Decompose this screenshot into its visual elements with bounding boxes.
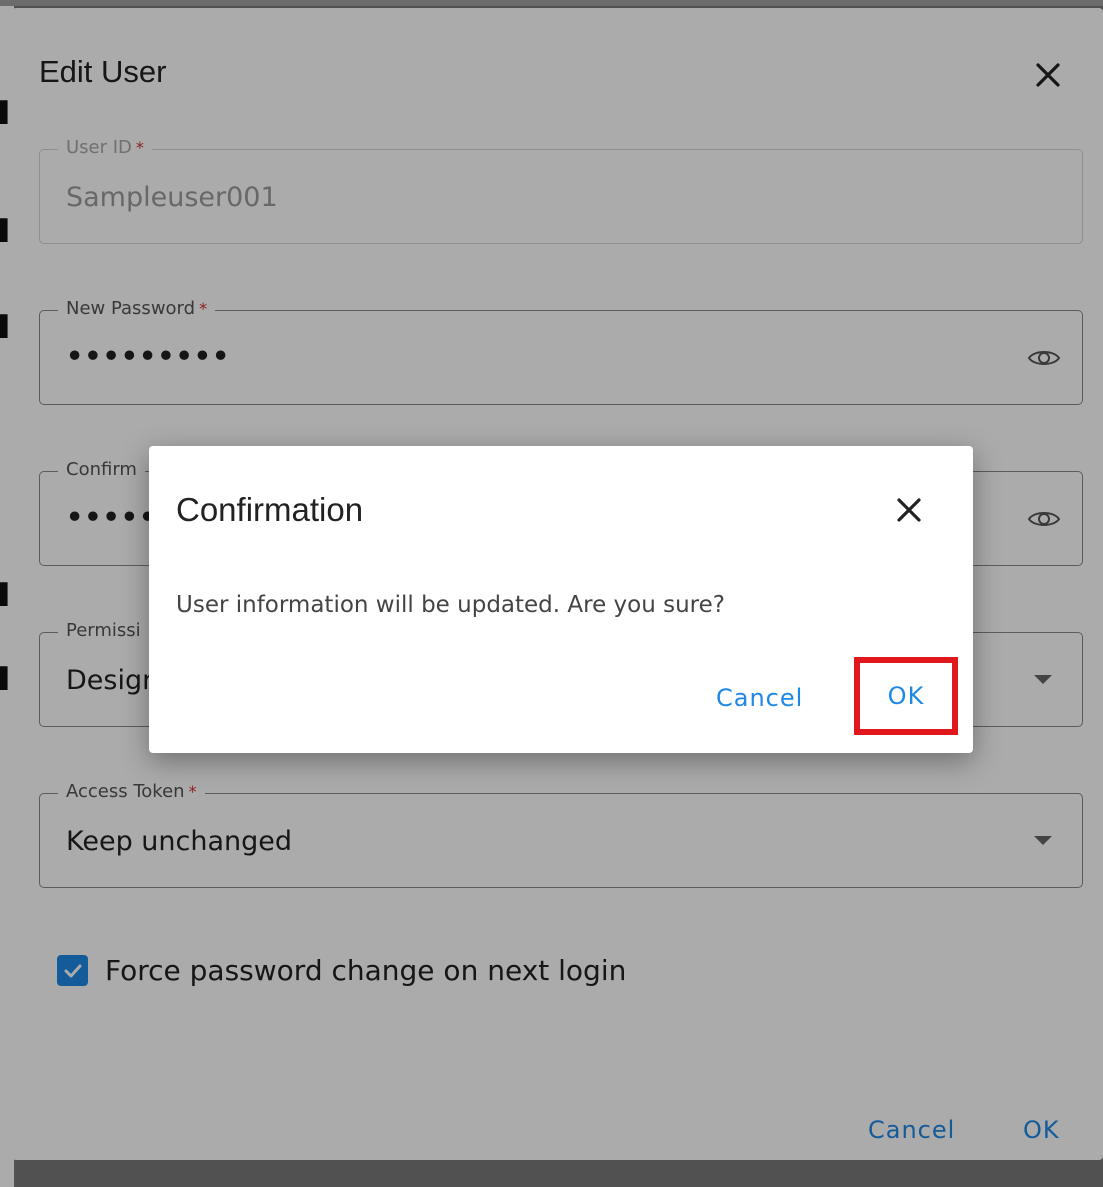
confirmation-title: Confirmation [176, 491, 364, 528]
top-edge [0, 0, 1103, 6]
close-icon [897, 498, 921, 522]
confirmation-dialog: Confirmation User information will be up… [149, 446, 973, 753]
confirmation-close-button[interactable] [889, 490, 929, 530]
screen: ▌ ▌ ▌ ▌ ▌ Edit User User ID * Sampleuser0… [0, 0, 1103, 1187]
confirmation-cancel-button[interactable]: Cancel [716, 684, 803, 712]
confirmation-message: User information will be updated. Are yo… [176, 592, 725, 618]
confirmation-ok-button[interactable]: OK [854, 657, 958, 735]
ok-label: OK [887, 682, 925, 710]
